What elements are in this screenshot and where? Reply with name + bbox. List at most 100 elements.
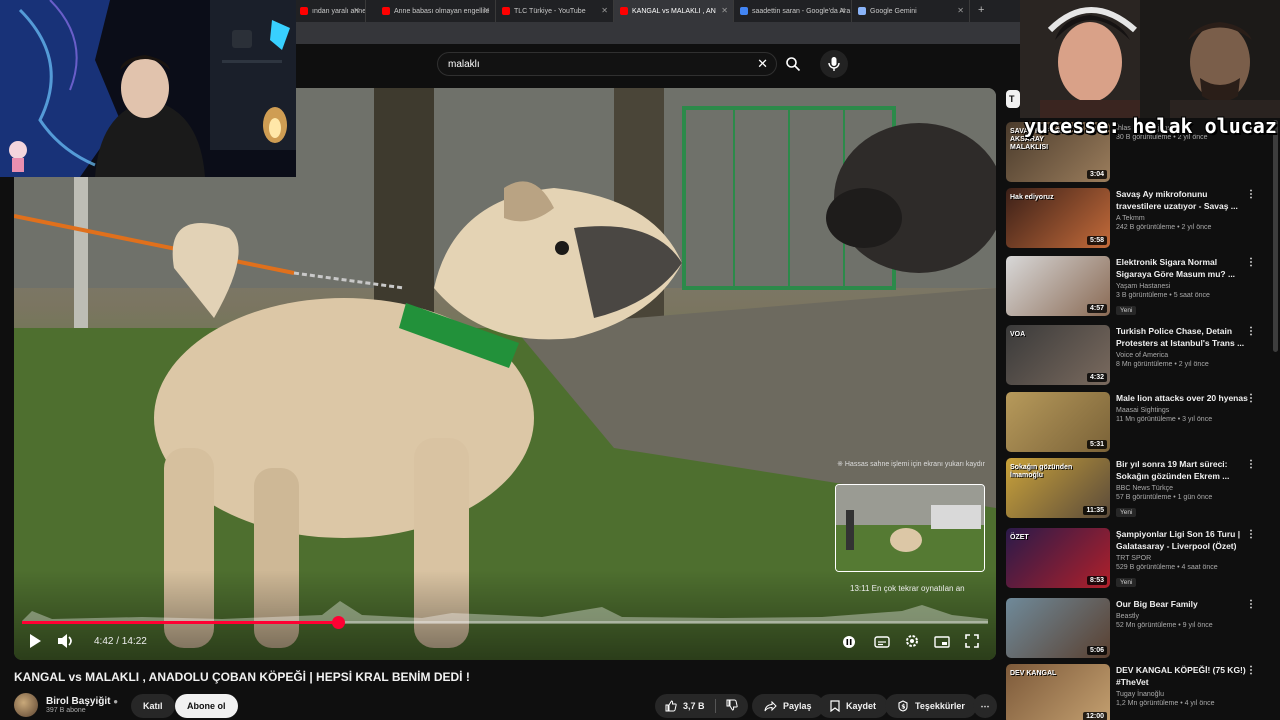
thanks-button[interactable]: $ Teşekkürler [885, 694, 977, 718]
save-button[interactable]: Kaydet [818, 694, 889, 718]
tab-favicon-icon [858, 7, 866, 15]
tab-favicon-icon [502, 7, 510, 15]
recommendation-meta: Male lion attacks over 20 hyenas Maasai S… [1116, 392, 1248, 423]
thumbnail-caption: VOA [1010, 331, 1026, 338]
thumbnail-caption: Hak ediyoruz [1010, 194, 1054, 201]
more-options-icon[interactable]: ⋮ [1246, 190, 1256, 200]
recommendation-channel[interactable]: Tugay İnanoğlu [1116, 691, 1248, 698]
fullscreen-button[interactable] [962, 632, 982, 650]
like-count[interactable]: 3,7 B [683, 701, 705, 711]
tab-close-icon[interactable]: ✕ [839, 6, 846, 15]
search-input[interactable]: malaklı [448, 59, 480, 70]
recommendation-channel[interactable]: A Tekmm [1116, 215, 1248, 222]
miniplayer-button[interactable] [932, 634, 952, 650]
recommendation-thumbnail[interactable]: Sokağın gözünden İmamoğlu 11:35 [1006, 458, 1110, 518]
dislike-icon[interactable] [726, 699, 738, 713]
more-options-icon[interactable]: ⋮ [1246, 600, 1256, 610]
recommendation-item[interactable]: DEV KANGAL 12:00 DEV KANGAL KÖPEĞİ! (75 KG… [1006, 664, 1274, 720]
recommendation-channel[interactable]: Beastly [1116, 613, 1248, 620]
share-label: Paylaş [783, 701, 812, 711]
recommendation-channel[interactable]: TRT SPOR [1116, 555, 1248, 562]
more-options-icon[interactable]: ⋮ [1246, 530, 1256, 540]
recommendation-item[interactable]: ÖZET 8:53 Şampiyonlar Ligi Son 16 Turu | G… [1006, 528, 1274, 590]
recommendation-title[interactable]: DEV KANGAL KÖPEĞİ! (75 KG!) #TheVet [1116, 664, 1248, 688]
recommendation-title[interactable]: Bir yıl sonra 19 Mart süreci: Sokağın gö… [1116, 458, 1248, 482]
recommendation-thumbnail[interactable]: 5:31 [1006, 392, 1110, 452]
recommendation-item[interactable]: 4:57 Elektronik Sigara Normal Sigaraya Gö… [1006, 256, 1274, 318]
recommendation-item[interactable]: 5:31 Male lion attacks over 20 hyenas Maas… [1006, 392, 1274, 454]
browser-tab[interactable]: Anne babası olmayan engellile ✕ [376, 0, 496, 22]
recommendation-title[interactable]: Şampiyonlar Ligi Son 16 Turu | Galatasar… [1116, 528, 1248, 552]
duration-badge: 5:58 [1086, 236, 1107, 245]
browser-tab[interactable]: ından yaralı anne - Sava✕ [294, 0, 366, 22]
recommendation-thumbnail[interactable]: Hak ediyoruz 5:58 [1006, 188, 1110, 248]
recommendation-channel[interactable]: BBC News Türkçe [1116, 485, 1248, 492]
recommendation-channel[interactable]: Maasai Sightings [1116, 407, 1248, 414]
channel-name-label[interactable]: Birol Başyiğit [46, 696, 110, 707]
more-options-icon[interactable]: ⋮ [1246, 258, 1256, 268]
scrollbar[interactable] [1273, 120, 1278, 352]
tab-close-icon[interactable]: ✕ [601, 6, 608, 15]
recommendation-thumbnail[interactable]: 5:06 [1006, 598, 1110, 658]
settings-button[interactable] [902, 632, 922, 650]
new-tab-button[interactable]: + [978, 4, 984, 16]
subscribe-button[interactable]: Abone ol [175, 694, 238, 718]
recommendation-thumbnail[interactable]: 4:57 [1006, 256, 1110, 316]
voice-search-button[interactable] [820, 50, 848, 78]
channel-name[interactable]: Birol Başyiğit ● [46, 696, 118, 707]
recommendation-item[interactable]: VOA 4:32 Turkish Police Chase, Detain Prot… [1006, 325, 1274, 387]
tab-close-icon[interactable]: ✕ [353, 6, 360, 15]
recommendation-item[interactable]: Hak ediyoruz 5:58 Savaş Ay mikrofonunu tra… [1006, 188, 1274, 250]
browser-tab[interactable]: Google Gemini ✕ [852, 0, 970, 22]
more-options-icon[interactable]: ⋮ [1246, 460, 1256, 470]
progress-scrubber[interactable] [332, 616, 345, 629]
channel-owner[interactable]: Birol Başyiğit ● 397 B abone [14, 692, 118, 718]
recommendation-title[interactable]: Male lion attacks over 20 hyenas [1116, 392, 1248, 404]
recommendation-title[interactable]: Savaş Ay mikrofonunu travestilere uzatıy… [1116, 188, 1248, 212]
tab-label: Google Gemini [870, 7, 917, 15]
filter-chip[interactable]: T [1006, 90, 1020, 108]
recommendation-item[interactable]: Sokağın gözünden İmamoğlu 11:35 Bir yıl so… [1006, 458, 1274, 520]
video-title: KANGAL vs MALAKLI , ANADOLU ÇOBAN KÖPEĞİ… [14, 670, 470, 684]
recommendation-item[interactable]: 5:06 Our Big Bear Family Beastly 52 Mn görü… [1006, 598, 1274, 660]
browser-tab[interactable]: TLC Türkiye - YouTube ✕ [496, 0, 614, 22]
tab-favicon-icon [382, 7, 390, 15]
search-box[interactable]: malaklı ✕ [437, 52, 777, 76]
recommendation-title[interactable]: Turkish Police Chase, Detain Protesters … [1116, 325, 1248, 349]
join-button[interactable]: Katıl [131, 694, 175, 718]
recommendation-meta: Savaş Ay mikrofonunu travestilere uzatıy… [1116, 188, 1248, 231]
more-options-icon[interactable]: ⋮ [1246, 327, 1256, 337]
tab-close-icon[interactable]: ✕ [483, 6, 490, 15]
recommendation-title[interactable]: Elektronik Sigara Normal Sigaraya Göre M… [1116, 256, 1248, 280]
new-badge: Yeni [1116, 508, 1137, 517]
recommendation-thumbnail[interactable]: ÖZET 8:53 [1006, 528, 1110, 588]
duration-badge: 4:57 [1086, 304, 1107, 313]
recommendation-title[interactable]: Our Big Bear Family [1116, 598, 1248, 610]
recommendation-meta: Our Big Bear Family Beastly 52 Mn görüntül… [1116, 598, 1248, 629]
tab-close-icon[interactable]: ✕ [721, 6, 728, 15]
webcam-overlay-right [1020, 0, 1280, 118]
tab-close-icon[interactable]: ✕ [957, 6, 964, 15]
browser-tab[interactable]: saadettin saran - Google'da Ara ✕ [734, 0, 852, 22]
browser-tab[interactable]: KANGAL vs MALAKLI , AN ✕ [614, 0, 734, 22]
subtitles-button[interactable] [872, 634, 892, 650]
search-button[interactable] [779, 52, 807, 76]
thumbnail-caption: ÖZET [1010, 534, 1029, 541]
recommendation-thumbnail[interactable]: VOA 4:32 [1006, 325, 1110, 385]
like-icon[interactable] [665, 700, 677, 712]
duration-badge: 12:00 [1083, 712, 1107, 720]
mute-button[interactable] [56, 632, 76, 650]
recommendation-channel[interactable]: Yaşam Hastanesi [1116, 283, 1248, 290]
recommendation-channel[interactable]: Voice of America [1116, 352, 1248, 359]
more-options-icon[interactable]: ⋮ [1246, 666, 1256, 676]
more-actions-button[interactable]: ⋯ [973, 694, 997, 718]
autoplay-toggle[interactable] [840, 634, 858, 650]
channel-avatar[interactable] [14, 693, 38, 717]
play-button[interactable] [26, 632, 44, 650]
close-icon[interactable]: ✕ [757, 56, 768, 72]
recommendation-thumbnail[interactable]: DEV KANGAL 12:00 [1006, 664, 1110, 720]
verified-icon: ● [113, 697, 119, 706]
more-options-icon[interactable]: ⋮ [1246, 394, 1256, 404]
tab-label: TLC Türkiye - YouTube [514, 7, 586, 15]
share-button[interactable]: Paylaş [752, 694, 824, 718]
